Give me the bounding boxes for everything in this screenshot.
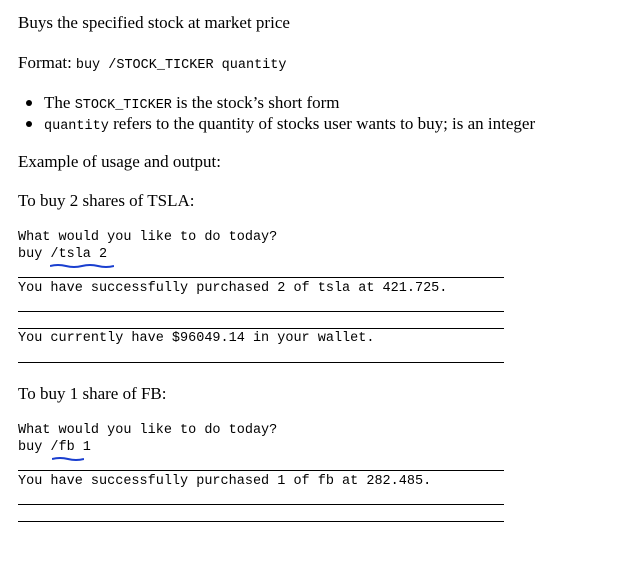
format-label: Format: <box>18 53 72 72</box>
example-1-command: buy /tsla 2 <box>18 247 108 262</box>
intro-text: Buys the specified stock at market price <box>18 13 290 32</box>
output-rule <box>18 470 504 471</box>
bullet-text: refers to the quantity of stocks user wa… <box>108 114 536 133</box>
bullet-prefix: The <box>44 93 75 112</box>
example-2-prompt: What would you like to do today? <box>18 423 278 438</box>
output-rule <box>18 328 504 329</box>
spellcheck-underline <box>50 264 114 268</box>
bullet-text: is the stock’s short form <box>171 93 340 112</box>
bullet-code: STOCK_TICKER <box>74 98 172 113</box>
example-2-output-1: You have successfully purchased 1 of fb … <box>18 474 432 489</box>
example-1-output-3: You currently have $96049.14 in your wal… <box>18 331 375 346</box>
bullet-code: quantity <box>44 119 109 134</box>
example-1-output-1: You have successfully purchased 2 of tsl… <box>18 281 448 296</box>
output-rule <box>18 277 504 278</box>
output-rule <box>18 521 504 522</box>
format-code: buy /STOCK_TICKER quantity <box>75 58 287 73</box>
bullet-quantity: quantity refers to the quantity of stock… <box>25 114 536 134</box>
example-2-heading: To buy 1 share of FB: <box>18 384 167 403</box>
format-line: Format: buy /STOCK_TICKER quantity <box>18 53 286 73</box>
example-heading: Example of usage and output: <box>18 152 222 171</box>
output-rule <box>18 311 504 312</box>
output-rule <box>18 504 504 505</box>
bullet-stock-ticker: The STOCK_TICKER is the stock’s short fo… <box>26 93 340 113</box>
output-rule <box>18 362 504 363</box>
example-1-prompt: What would you like to do today? <box>18 230 278 245</box>
example-2-command: buy /fb 1 <box>18 440 91 455</box>
example-1-heading: To buy 2 shares of TSLA: <box>18 191 195 210</box>
spellcheck-underline <box>52 457 84 461</box>
